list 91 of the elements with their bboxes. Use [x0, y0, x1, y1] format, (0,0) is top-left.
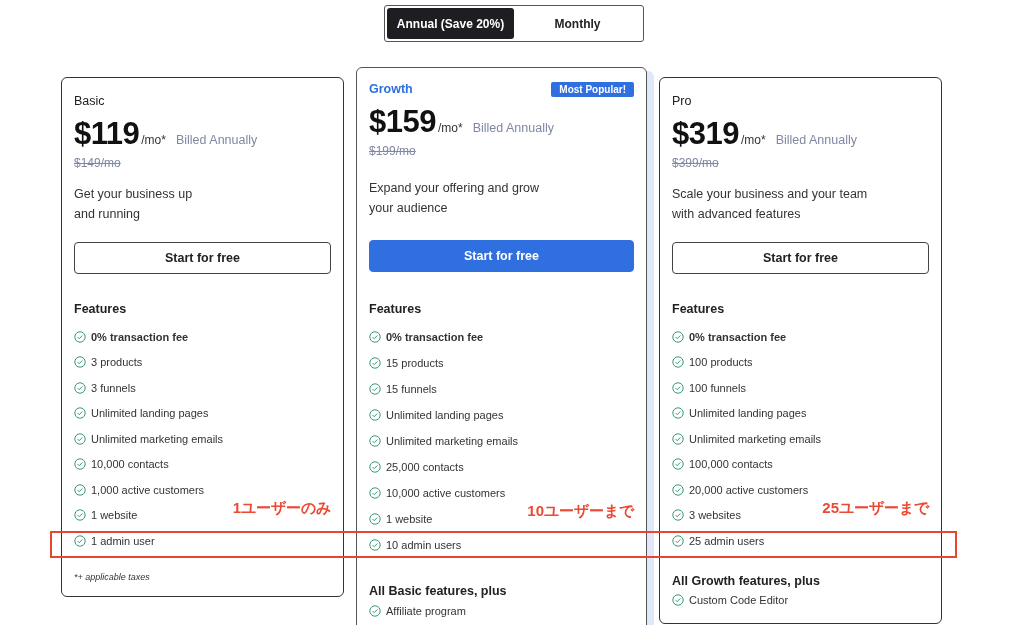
check-circle-icon: [672, 356, 684, 369]
check-circle-icon: [369, 539, 381, 551]
check-circle-icon: [369, 435, 381, 447]
features-heading: All Growth features, plus: [672, 573, 821, 588]
check-circle-icon: [672, 330, 684, 343]
feature-text: Unlimited marketing emails: [386, 435, 519, 447]
start-button[interactable]: Start for free: [369, 240, 634, 272]
check-circle-icon: [369, 461, 381, 473]
plan-description: Expand your offering and grow your audience: [369, 180, 541, 217]
annotation-label: 1ユーザーのみ: [232, 498, 331, 518]
check-circle-icon: [672, 407, 684, 420]
check-circle-icon: [369, 357, 381, 369]
price-unit: /mo*: [437, 121, 463, 135]
check-circle-icon: [74, 356, 86, 369]
plan-name: Basic: [74, 94, 105, 108]
check-circle-icon: [672, 483, 684, 496]
feature-text: Unlimited landing pages: [386, 409, 504, 421]
feature-text: 25 admin users: [689, 534, 765, 547]
billing-note: Billed Annually: [472, 121, 554, 135]
check-circle-icon: [74, 458, 86, 471]
check-circle-icon: [369, 383, 381, 395]
check-circle-icon: [369, 409, 381, 421]
billing-option[interactable]: Monthly: [514, 8, 641, 39]
features-heading: Features: [369, 302, 423, 316]
check-circle-icon: [74, 432, 86, 445]
check-circle-icon: [74, 407, 86, 420]
popular-badge: Most Popular!: [551, 81, 634, 97]
check-circle-icon: [672, 534, 684, 547]
check-circle-icon: [369, 513, 381, 525]
old-price: $199/mo: [369, 144, 417, 158]
feature-text: Custom Code Editor: [689, 594, 789, 607]
feature-text: 1 website: [386, 513, 433, 525]
old-price: $149/mo: [74, 156, 122, 170]
features-heading: Features: [672, 302, 726, 316]
billing-note: Billed Annually: [775, 133, 857, 147]
check-circle-icon: [672, 381, 684, 394]
footnote: *+ applicable taxes: [74, 571, 151, 582]
plan-name: Pro: [672, 94, 692, 108]
check-circle-icon: [369, 605, 381, 617]
feature-text: Unlimited marketing emails: [91, 432, 224, 445]
feature-text: Affiliate program: [386, 605, 466, 617]
feature-text: Unlimited landing pages: [91, 407, 209, 420]
features-heading: All Basic features, plus: [369, 584, 508, 598]
check-circle-icon: [74, 534, 86, 547]
feature-text: 100 products: [689, 356, 753, 369]
feature-text: 0% transaction fee: [386, 331, 484, 343]
feature-text: 3 funnels: [91, 381, 136, 394]
check-circle-icon: [672, 594, 684, 607]
old-price: $399/mo: [672, 156, 720, 170]
start-button[interactable]: Start for free: [74, 242, 331, 274]
check-circle-icon: [369, 331, 381, 343]
start-button[interactable]: Start for free: [672, 242, 929, 274]
annotation-label: 25ユーザーまで: [822, 498, 929, 518]
check-circle-icon: [672, 458, 684, 471]
feature-text: 15 funnels: [386, 383, 437, 395]
plan-price: $159: [369, 104, 436, 140]
feature-text: 10,000 active customers: [386, 487, 506, 499]
price-unit: /mo*: [141, 133, 166, 147]
price-unit: /mo*: [740, 133, 766, 147]
check-circle-icon: [74, 330, 86, 343]
feature-text: 10 admin users: [386, 539, 462, 551]
feature-text: 3 products: [91, 356, 143, 369]
check-circle-icon: [672, 509, 684, 522]
annotation-label: 10ユーザーまで: [527, 502, 634, 521]
check-circle-icon: [74, 381, 86, 394]
feature-text: 0% transaction fee: [689, 330, 787, 343]
feature-text: Unlimited landing pages: [689, 407, 807, 420]
check-circle-icon: [74, 509, 86, 522]
check-circle-icon: [369, 487, 381, 499]
check-circle-icon: [672, 432, 684, 445]
plan-price: $319: [672, 116, 739, 152]
feature-text: 1 website: [91, 509, 138, 522]
features-heading: Features: [74, 302, 128, 316]
feature-text: 100,000 contacts: [689, 458, 773, 471]
feature-text: 1 admin user: [91, 534, 155, 547]
plan-name: Growth: [369, 82, 413, 96]
feature-text: 20,000 active customers: [689, 483, 809, 496]
plan-description: Get your business up and running: [74, 186, 194, 223]
feature-text: 25,000 contacts: [386, 461, 464, 473]
plan-price: $119: [74, 116, 140, 152]
check-circle-icon: [74, 483, 86, 496]
plan-description: Scale your business and your team with advanced features: [672, 186, 869, 223]
feature-text: 1,000 active customers: [91, 483, 205, 496]
feature-text: 10,000 contacts: [91, 458, 169, 471]
feature-text: 100 funnels: [689, 381, 746, 394]
feature-text: Unlimited marketing emails: [689, 432, 822, 445]
feature-text: 3 websites: [689, 509, 741, 522]
feature-text: 15 products: [386, 357, 444, 369]
feature-text: 0% transaction fee: [91, 330, 189, 343]
billing-option[interactable]: Annual (Save 20%): [387, 8, 514, 39]
billing-note: Billed Annually: [175, 133, 258, 147]
